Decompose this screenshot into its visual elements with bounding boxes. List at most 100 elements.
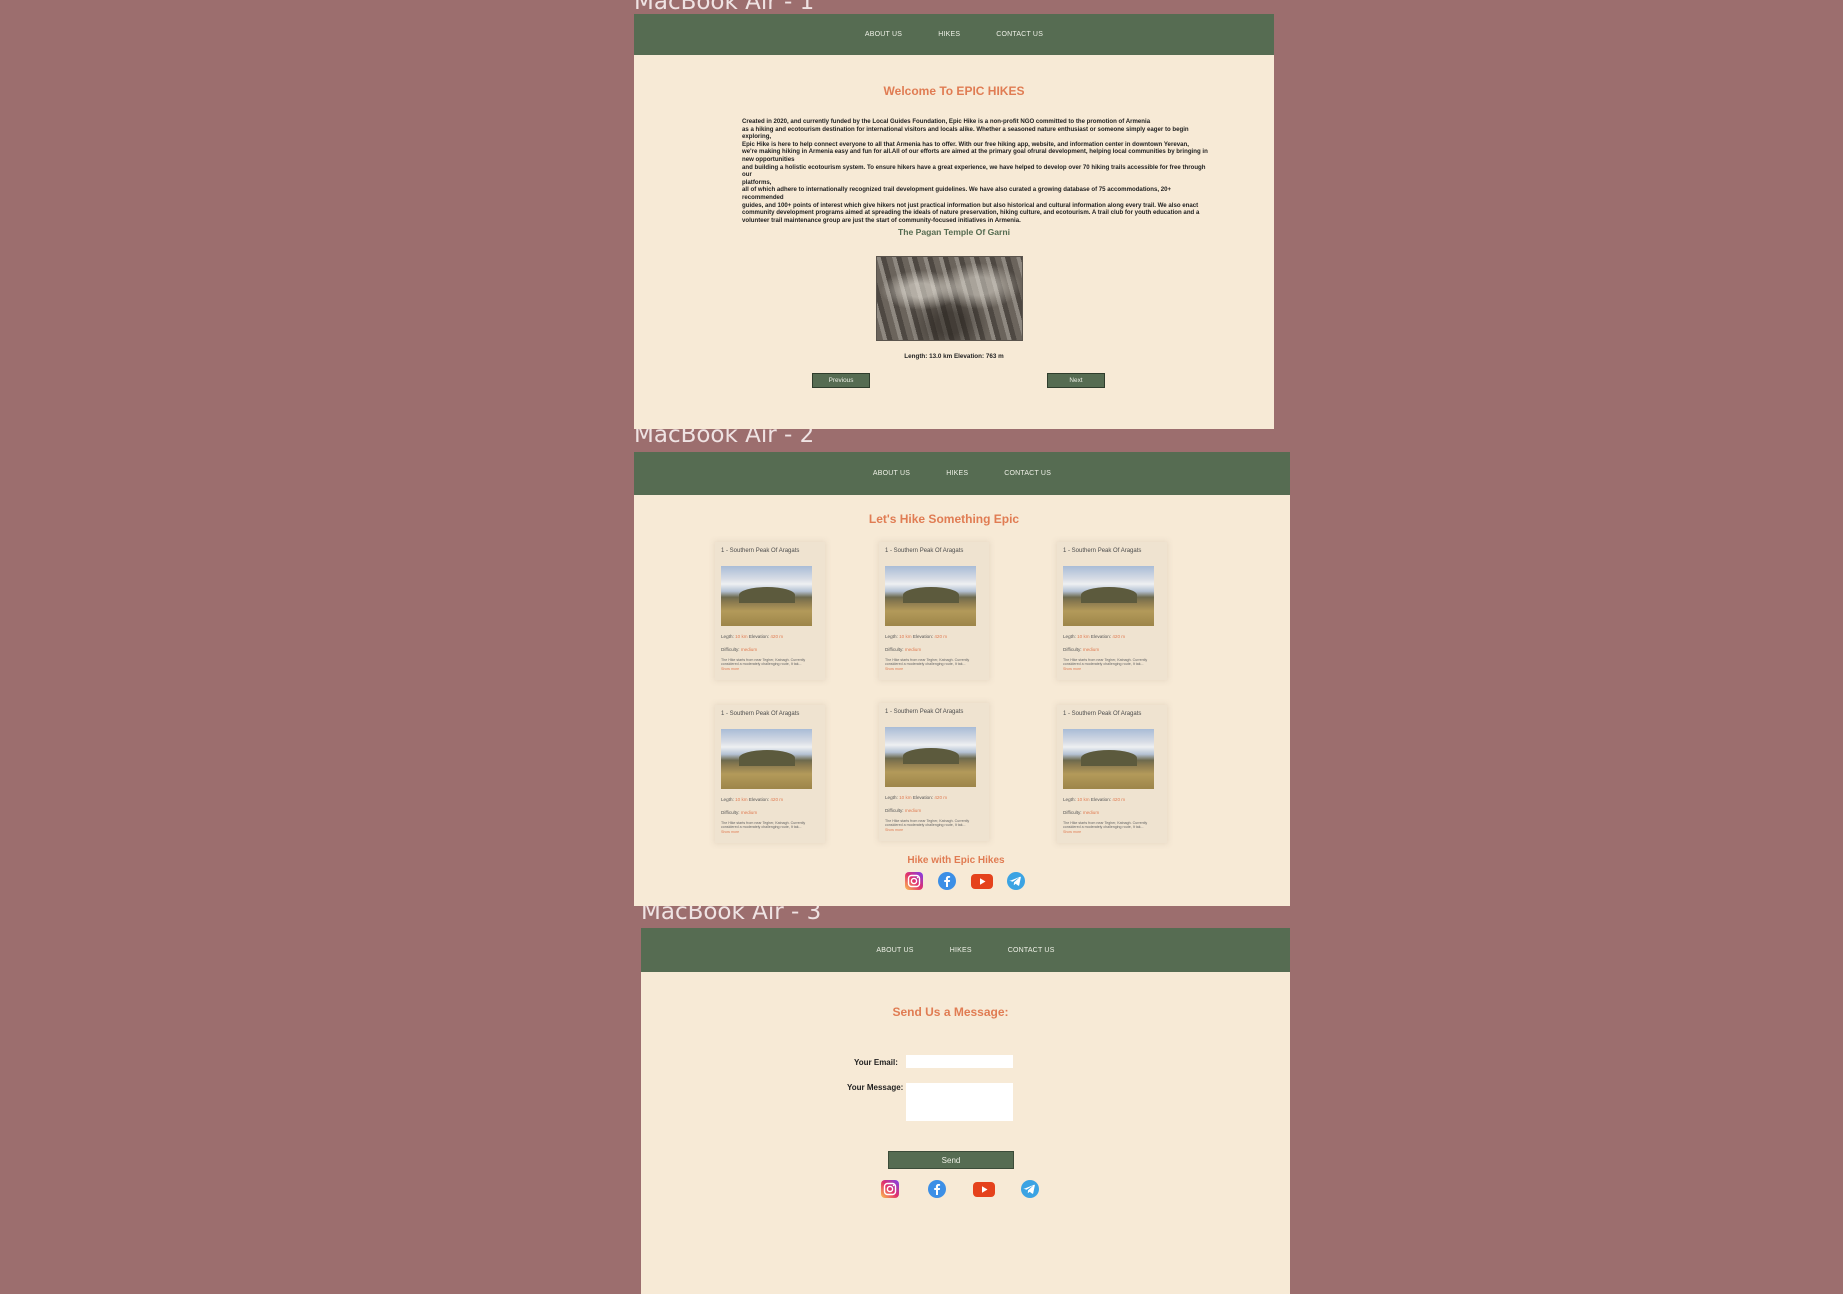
difficulty-value: medium — [1082, 647, 1100, 652]
hike-card[interactable]: 1 - Southern Peak Of Aragats Legth: 10 k… — [715, 705, 825, 843]
paragraph-line: volunteer trail maintenance group are ju… — [742, 216, 1021, 224]
elevation-label: Elevation: — [1090, 797, 1112, 802]
social-links — [904, 871, 1026, 891]
card-difficulty: Difficulty: medium — [721, 810, 757, 815]
show-more-link[interactable]: Show more — [885, 828, 903, 832]
card-difficulty: Difficulty: medium — [1063, 647, 1099, 652]
length-label: Legth: — [1063, 634, 1076, 639]
nav-hikes[interactable]: HIKES — [938, 31, 960, 38]
show-more-link[interactable]: Show more — [721, 830, 739, 834]
nav-about-us[interactable]: ABOUT US — [876, 947, 913, 954]
page-title: Welcome To EPIC HIKES — [883, 84, 1025, 98]
elevation-value: 420 m — [770, 634, 784, 639]
instagram-icon[interactable] — [880, 1179, 900, 1199]
card-description: The Hike starts from near Tegher, Katnag… — [721, 821, 806, 830]
card-difficulty: Difficulty: medium — [1063, 810, 1099, 815]
nav-about-us[interactable]: ABOUT US — [873, 470, 910, 477]
card-description: The Hike starts from near Tegher, Katnag… — [885, 819, 970, 828]
youtube-icon[interactable] — [972, 1179, 996, 1199]
frame-label-1: MacBook Air - 1 — [634, 0, 815, 15]
difficulty-label: Difficulty: — [885, 647, 904, 652]
telegram-icon[interactable] — [1006, 871, 1026, 891]
telegram-icon[interactable] — [1020, 1179, 1040, 1199]
card-image — [1063, 729, 1154, 789]
navbar: ABOUT US HIKES CONTACT US — [634, 14, 1274, 55]
paragraph-line: we're making hiking in Armenia easy and … — [742, 148, 1208, 156]
nav-contact-us[interactable]: CONTACT US — [996, 31, 1043, 38]
nav-about-us[interactable]: ABOUT US — [865, 31, 902, 38]
show-more-link[interactable]: Show more — [1063, 667, 1081, 671]
hike-card[interactable]: 1 - Southern Peak Of Aragats Legth: 10 k… — [879, 542, 989, 680]
social-links — [880, 1179, 1040, 1199]
elevation-value: 420 m — [934, 795, 948, 800]
length-value: 10 km — [735, 797, 748, 802]
paragraph-line: platforms, — [742, 178, 772, 186]
email-label: Your Email: — [854, 1058, 898, 1067]
facebook-icon[interactable] — [927, 1179, 947, 1199]
length-label: Legth: — [885, 795, 898, 800]
elevation-label: Elevation: — [912, 634, 934, 639]
page-title: Let's Hike Something Epic — [868, 512, 1020, 526]
card-difficulty: Difficulty: medium — [721, 647, 757, 652]
hike-card[interactable]: 1 - Southern Peak Of Aragats Legth: 10 k… — [715, 542, 825, 680]
card-title: 1 - Southern Peak Of Aragats — [1063, 711, 1142, 717]
hike-card[interactable]: 1 - Southern Peak Of Aragats Legth: 10 k… — [879, 703, 989, 841]
hike-card[interactable]: 1 - Southern Peak Of Aragats Legth: 10 k… — [1057, 542, 1167, 680]
card-image — [721, 566, 812, 626]
card-description: The Hike starts from near Tegher, Katnag… — [1063, 821, 1148, 830]
card-title: 1 - Southern Peak Of Aragats — [885, 548, 964, 554]
card-title: 1 - Southern Peak Of Aragats — [721, 548, 800, 554]
difficulty-label: Difficulty: — [1063, 647, 1082, 652]
show-more-link[interactable]: Show more — [721, 667, 739, 671]
card-meta: Legth: 10 km Elevation: 420 m — [1063, 634, 1125, 639]
paragraph-line: guides, and 100+ points of interest whic… — [742, 201, 1199, 209]
nav-hikes[interactable]: HIKES — [946, 470, 968, 477]
facebook-icon[interactable] — [937, 871, 957, 891]
message-field[interactable] — [906, 1083, 1013, 1121]
card-meta: Legth: 10 km Elevation: 420 m — [721, 634, 783, 639]
elevation-label: Elevation: — [1090, 634, 1112, 639]
difficulty-value: medium — [1082, 810, 1100, 815]
length-label: Legth: — [721, 634, 734, 639]
next-button[interactable]: Next — [1047, 373, 1105, 388]
card-difficulty: Difficulty: medium — [885, 647, 921, 652]
difficulty-label: Difficulty: — [885, 808, 904, 813]
hike-caption: Length: 13.0 km Elevation: 763 m — [904, 353, 1004, 360]
page-title: Send Us a Message: — [892, 1005, 1009, 1019]
card-title: 1 - Southern Peak Of Aragats — [721, 711, 800, 717]
difficulty-label: Difficulty: — [1063, 810, 1082, 815]
length-label: Legth: — [721, 797, 734, 802]
paragraph-line: Created in 2020, and currently funded by… — [742, 118, 1151, 125]
instagram-icon[interactable] — [904, 871, 924, 891]
paragraph-line: and building a holistic ecotourism syste… — [742, 163, 1206, 179]
frame-contact: ABOUT US HIKES CONTACT US Send Us a Mess… — [641, 928, 1290, 1294]
footer-title: Hike with Epic Hikes — [907, 855, 1005, 866]
previous-button[interactable]: Previous — [812, 373, 870, 388]
card-meta: Legth: 10 km Elevation: 420 m — [885, 795, 947, 800]
message-label: Your Message: — [847, 1083, 904, 1092]
nav-hikes[interactable]: HIKES — [950, 947, 972, 954]
nav-contact-us[interactable]: CONTACT US — [1004, 470, 1051, 477]
send-button[interactable]: Send — [888, 1151, 1014, 1169]
paragraph-line: new opportunities — [742, 155, 795, 163]
length-value: 10 km — [735, 634, 748, 639]
email-field[interactable] — [906, 1055, 1013, 1068]
show-more-link[interactable]: Show more — [885, 667, 903, 671]
card-meta: Legth: 10 km Elevation: 420 m — [721, 797, 783, 802]
card-image — [1063, 566, 1154, 626]
difficulty-label: Difficulty: — [721, 647, 740, 652]
length-label: Legth: — [1063, 797, 1076, 802]
card-difficulty: Difficulty: medium — [885, 808, 921, 813]
nav-contact-us[interactable]: CONTACT US — [1008, 947, 1055, 954]
navbar: ABOUT US HIKES CONTACT US — [641, 928, 1290, 972]
difficulty-value: medium — [904, 808, 922, 813]
card-description: The Hike starts from near Tegher, Katnag… — [1063, 658, 1148, 667]
elevation-label: Elevation: — [748, 634, 770, 639]
youtube-icon[interactable] — [970, 871, 994, 891]
length-label: Legth: — [885, 634, 898, 639]
card-title: 1 - Southern Peak Of Aragats — [885, 709, 964, 715]
show-more-link[interactable]: Show more — [1063, 830, 1081, 834]
elevation-label: Elevation: — [912, 795, 934, 800]
hike-card[interactable]: 1 - Southern Peak Of Aragats Legth: 10 k… — [1057, 705, 1167, 843]
frame-hikes: ABOUT US HIKES CONTACT US Let's Hike Som… — [634, 452, 1290, 906]
